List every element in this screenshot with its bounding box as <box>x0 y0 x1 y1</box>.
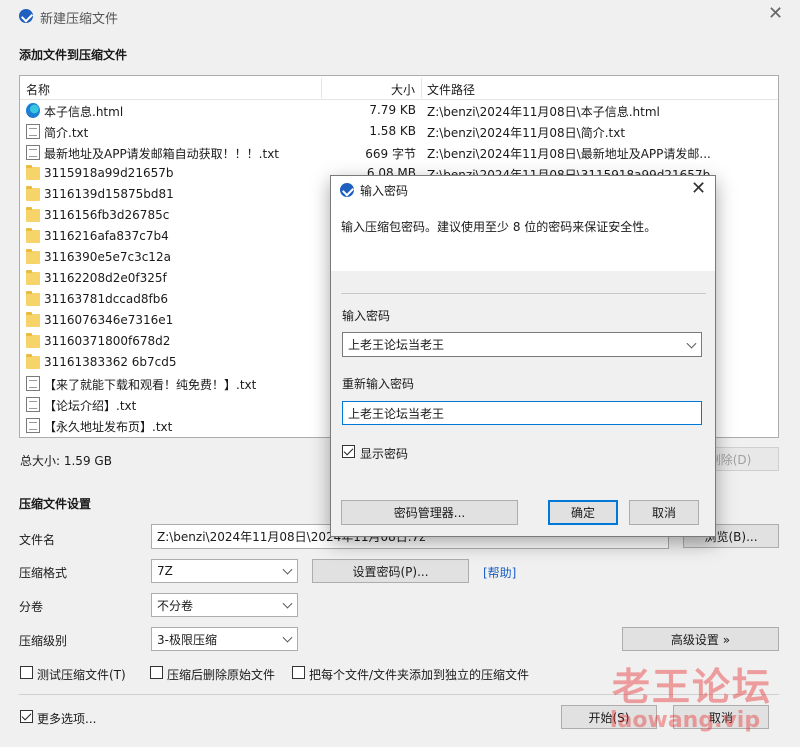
format-select[interactable]: 7Z <box>151 559 298 583</box>
volume-select[interactable]: 不分卷 <box>151 593 298 617</box>
settings-heading: 压缩文件设置 <box>19 497 92 511</box>
password-value: 上老王论坛当老王 <box>348 338 445 352</box>
file-path: Z:\benzi\2024年11月08日\简介.txt <box>427 126 626 140</box>
chevron-down-icon <box>282 564 293 575</box>
file-name: 31163781dccad8fb6 <box>44 292 168 306</box>
file-name: 3116139d15875bd81 <box>44 187 174 201</box>
folder-icon <box>26 354 40 369</box>
file-name: 3115918a99d21657b <box>44 166 174 180</box>
delete-source-label: 压缩后删除原始文件 <box>167 668 276 682</box>
file-name: 3116390e5e7c3c12a <box>44 250 171 264</box>
column-size[interactable]: 大小 <box>391 81 415 98</box>
show-password-label: 显示密码 <box>360 447 409 461</box>
dialog-description: 输入压缩包密码。建议使用至少 8 位的密码来保证安全性。 <box>341 220 657 234</box>
dialog-divider <box>341 293 706 294</box>
file-name: 本子信息.html <box>44 105 124 119</box>
text-file-icon <box>26 145 40 160</box>
show-password-checkbox[interactable] <box>342 445 355 458</box>
file-name: 【论坛介绍】.txt <box>44 399 137 413</box>
table-row[interactable]: 最新地址及APP请发邮箱自动获取！！！.txt 669 字节 Z:\benzi\20… <box>20 142 778 163</box>
edge-html-icon <box>26 103 40 118</box>
separate-archives-checkbox[interactable] <box>292 666 305 679</box>
file-size: 7.79 KB <box>369 103 416 117</box>
test-archive-checkbox[interactable] <box>20 666 33 679</box>
format-value: 7Z <box>157 564 173 578</box>
folder-icon <box>26 228 40 243</box>
column-name[interactable]: 名称 <box>26 81 50 98</box>
password-label: 输入密码 <box>342 309 391 323</box>
level-label: 压缩级别 <box>19 634 68 648</box>
file-path: Z:\benzi\2024年11月08日\本子信息.html <box>427 105 660 119</box>
test-archive-label: 测试压缩文件(T) <box>37 668 126 682</box>
file-name: 31162208d2e0f325f <box>44 271 167 285</box>
column-path[interactable]: 文件路径 <box>427 81 475 98</box>
volume-label: 分卷 <box>19 600 44 614</box>
file-name: 简介.txt <box>44 126 89 140</box>
dialog-ok-button[interactable]: 确定 <box>548 500 618 525</box>
folder-icon <box>26 270 40 285</box>
file-name: 3116156fb3d26785c <box>44 208 170 222</box>
folder-icon <box>26 312 40 327</box>
more-options-label: 更多选项... <box>37 712 97 726</box>
text-file-icon <box>26 376 40 391</box>
folder-icon <box>26 333 40 348</box>
chevron-down-icon <box>282 632 293 643</box>
file-name: 31160371800f678d2 <box>44 334 171 348</box>
watermark-url: laowang.vip <box>610 708 761 733</box>
window-title: 新建压缩文件 <box>40 12 119 27</box>
text-file-icon <box>26 418 40 433</box>
text-file-icon <box>26 397 40 412</box>
table-row[interactable]: 简介.txt 1.58 KB Z:\benzi\2024年11月08日\简介.txt <box>20 121 778 142</box>
file-path: Z:\benzi\2024年11月08日\最新地址及APP请发邮... <box>427 147 711 161</box>
file-name: 3116216afa837c7b4 <box>44 229 169 243</box>
chevron-down-icon[interactable] <box>686 338 697 349</box>
add-files-heading: 添加文件到压缩文件 <box>19 48 128 62</box>
password-dialog: 输入密码 ✕ 输入压缩包密码。建议使用至少 8 位的密码来保证安全性。 输入密码… <box>330 175 716 537</box>
dialog-app-icon <box>340 183 354 197</box>
set-password-button[interactable]: 设置密码(P)... <box>312 559 469 583</box>
dialog-close-icon[interactable]: ✕ <box>691 180 706 198</box>
chevron-down-icon <box>282 598 293 609</box>
reenter-password-input[interactable]: 上老王论坛当老王 <box>342 401 702 425</box>
volume-value: 不分卷 <box>157 598 194 613</box>
file-name: 31161383362 6b7cd5 <box>44 355 177 369</box>
folder-icon <box>26 291 40 306</box>
more-options-checkbox[interactable] <box>20 710 33 723</box>
window-close-icon[interactable]: ✕ <box>768 5 783 23</box>
level-select[interactable]: 3-极限压缩 <box>151 627 298 651</box>
file-size: 1.58 KB <box>369 124 416 138</box>
separate-archives-label: 把每个文件/文件夹添加到独立的压缩文件 <box>309 668 530 682</box>
file-name: 3116076346e7316e1 <box>44 313 174 327</box>
folder-icon <box>26 165 40 180</box>
format-label: 压缩格式 <box>19 566 68 580</box>
dialog-title: 输入密码 <box>360 184 409 198</box>
file-name: 最新地址及APP请发邮箱自动获取！！！.txt <box>44 147 280 161</box>
file-list-header: 名称 大小 文件路径 <box>20 76 778 100</box>
reenter-password-value: 上老王论坛当老王 <box>348 406 445 421</box>
file-name: 【来了就能下载和观看！纯免费！】.txt <box>44 378 257 392</box>
reenter-password-label: 重新输入密码 <box>342 377 415 391</box>
file-name: 【永久地址发布页】.txt <box>44 420 173 434</box>
folder-icon <box>26 186 40 201</box>
password-input[interactable]: 上老王论坛当老王 <box>342 332 702 357</box>
folder-icon <box>26 249 40 264</box>
folder-icon <box>26 207 40 222</box>
app-icon <box>19 9 33 23</box>
password-manager-button[interactable]: 密码管理器... <box>341 500 518 525</box>
text-file-icon <box>26 124 40 139</box>
filename-label: 文件名 <box>19 533 56 547</box>
table-row[interactable]: 本子信息.html 7.79 KB Z:\benzi\2024年11月08日\本子信… <box>20 100 778 121</box>
delete-source-checkbox[interactable] <box>150 666 163 679</box>
advanced-settings-button[interactable]: 高级设置 » <box>622 627 779 651</box>
watermark-text: 老王论坛 <box>612 665 773 709</box>
total-size: 总大小: 1.59 GB <box>20 454 112 468</box>
level-value: 3-极限压缩 <box>157 632 217 647</box>
file-size: 669 字节 <box>365 147 416 161</box>
help-link[interactable]: [帮助] <box>483 564 516 581</box>
dialog-cancel-button[interactable]: 取消 <box>629 500 699 525</box>
